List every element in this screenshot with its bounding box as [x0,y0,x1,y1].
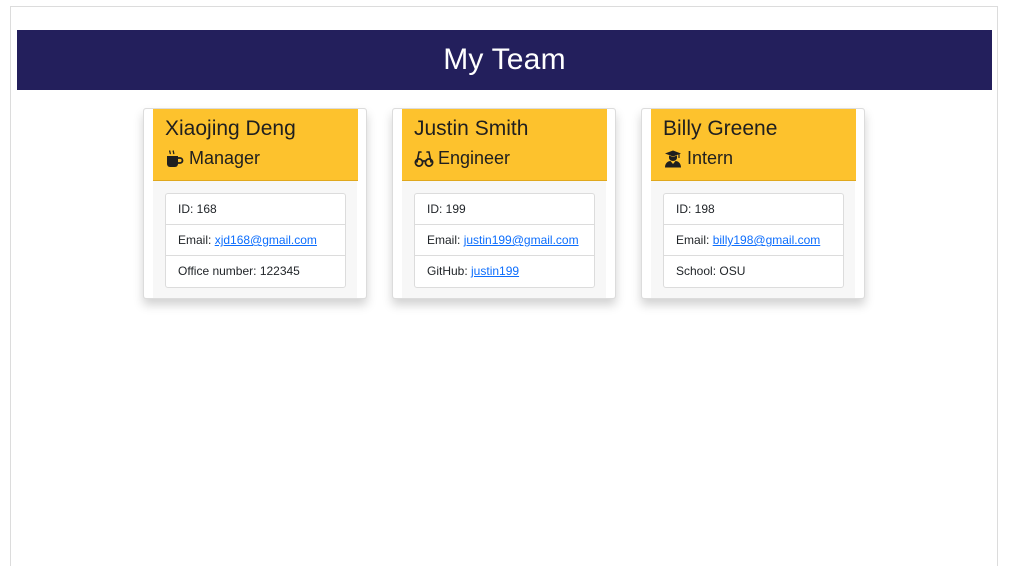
school-row: School: OSU [676,264,746,278]
github-row: GitHub: justin199 [415,256,594,287]
card-header: Justin Smith Engineer [402,109,607,181]
office-number: Office number: 122345 [178,264,300,278]
employee-name: Billy Greene [663,117,778,140]
coffee-mug-icon [165,149,185,168]
role-label: Intern [687,148,734,168]
employee-email-row: Email: xjd168@gmail.com [166,225,345,256]
employee-info-list: ID: 198 Email: billy198@gmail.com School… [663,193,844,288]
team-header: My Team [17,30,992,90]
page-title: My Team [443,43,566,76]
role-label: Manager [189,148,261,168]
employee-name: Xiaojing Deng [165,117,296,140]
employee-role: Engineer [414,148,510,169]
employee-role: Intern [663,148,733,169]
employee-card-engineer: Justin Smith Engineer ID: 199 Email: jus… [392,108,616,299]
role-label: Engineer [438,148,511,168]
employee-name: Justin Smith [414,117,529,140]
card-header: Billy Greene Intern [651,109,856,181]
employee-info-list: ID: 168 Email: xjd168@gmail.com Office n… [165,193,346,288]
employee-email-row: Email: billy198@gmail.com [664,225,843,256]
employee-card-intern: Billy Greene Intern ID: 198 Email: billy… [641,108,865,299]
graduate-icon [663,150,683,168]
github-link[interactable]: justin199 [471,264,519,278]
email-label: Email: [427,233,464,247]
email-link[interactable]: xjd168@gmail.com [215,233,317,247]
github-label: GitHub: [427,264,472,278]
email-link[interactable]: billy198@gmail.com [713,233,821,247]
email-link[interactable]: justin199@gmail.com [464,233,579,247]
glasses-icon [414,150,434,168]
email-label: Email: [676,233,713,247]
card-header: Xiaojing Deng Manager [153,109,358,181]
employee-id: ID: 199 [415,194,594,225]
employee-id: ID: 198 [664,194,843,225]
employee-role: Manager [165,148,260,169]
employee-card-manager: Xiaojing Deng Manager ID: 168 Email: xjd… [143,108,367,299]
employee-email-row: Email: justin199@gmail.com [415,225,594,256]
employee-id: ID: 168 [166,194,345,225]
email-label: Email: [178,233,215,247]
employee-info-list: ID: 199 Email: justin199@gmail.com GitHu… [414,193,595,288]
